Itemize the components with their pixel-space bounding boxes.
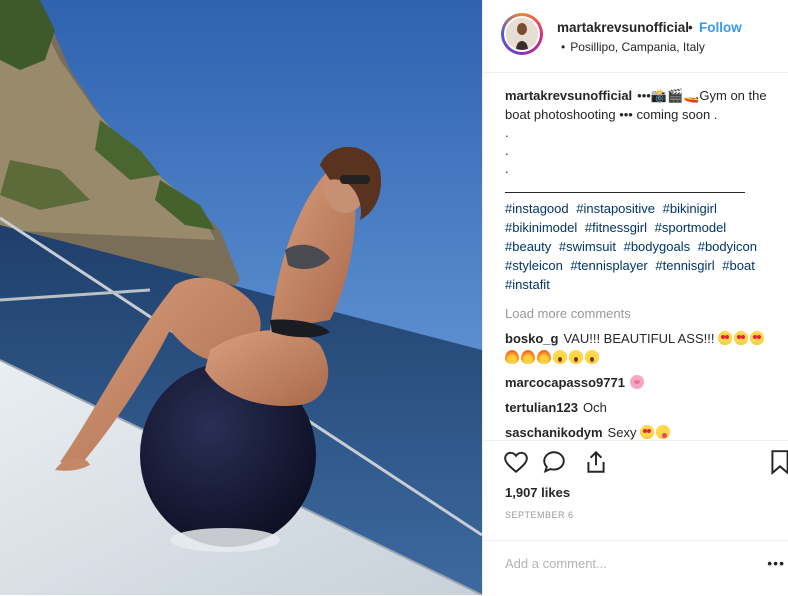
location-bullet: • (561, 40, 566, 54)
follow-button[interactable]: Follow (699, 20, 742, 35)
astonished-emoji-icon (569, 350, 583, 364)
comments-section[interactable]: martakrevsunofficial •••📸🎬🚤Gym on the boa… (483, 72, 788, 440)
heart-eyes-emoji-icon (718, 331, 733, 345)
hashtag-list: #instagood #instapositive #bikinigirl #b… (505, 199, 773, 294)
caption-dot: . (505, 125, 509, 140)
comment-text: Och (582, 400, 607, 415)
photo-illustration (0, 0, 482, 595)
location-link[interactable]: Posillipo, Campania, Italy (570, 40, 705, 54)
hashtag-link[interactable]: #bodygoals (624, 239, 691, 254)
action-bar: 1,907 likes SEPTEMBER 6 (483, 440, 788, 541)
heart-eyes-emoji-icon (750, 331, 765, 345)
comment-text: Sexy (607, 425, 637, 440)
header-username[interactable]: martakrevsunofficial (557, 20, 689, 35)
comment-item: tertulian123 Och (505, 398, 773, 417)
hashtag-link[interactable]: #beauty (505, 239, 551, 254)
hashtag-link[interactable]: #instafit (505, 277, 550, 292)
heart-icon[interactable] (503, 449, 529, 480)
avatar[interactable] (501, 13, 543, 55)
astonished-emoji-icon (585, 350, 599, 364)
caption-underline (505, 178, 745, 193)
yum-emoji-icon (656, 425, 671, 439)
comment-item: bosko_g VAU!!! BEAUTIFUL ASS!!! (505, 329, 773, 367)
hashtag-link[interactable]: #boat (722, 258, 755, 273)
hashtag-link[interactable]: #bikinimodel (505, 220, 577, 235)
post-header: martakrevsunofficial • Follow • Posillipo… (483, 0, 788, 73)
pig-nose-emoji-icon (629, 375, 644, 389)
comment-username[interactable]: tertulian123 (505, 400, 578, 415)
caption-dot: . (505, 161, 509, 176)
hashtag-link[interactable]: #instapositive (576, 201, 655, 216)
fire-emoji-icon (537, 350, 551, 364)
comment-text: VAU!!! BEAUTIFUL ASS!!! (563, 331, 715, 346)
hashtag-link[interactable]: #tennisplayer (570, 258, 647, 273)
load-more-comments-button[interactable]: Load more comments (505, 304, 773, 323)
caption: martakrevsunofficial •••📸🎬🚤Gym on the boa… (505, 86, 773, 294)
hashtag-link[interactable]: #tennisgirl (655, 258, 714, 273)
post-panel: martakrevsunofficial • Follow • Posillipo… (482, 0, 788, 595)
share-icon[interactable] (583, 449, 609, 480)
astonished-emoji-icon (553, 350, 567, 364)
comment-username[interactable]: bosko_g (505, 331, 558, 346)
hashtag-link[interactable]: #instagood (505, 201, 569, 216)
fire-emoji-icon (505, 350, 519, 364)
comment-username[interactable]: saschanikodym (505, 425, 603, 440)
fire-emoji-icon (521, 350, 535, 364)
bookmark-icon[interactable] (769, 449, 788, 480)
heart-eyes-emoji-icon (640, 425, 655, 439)
hashtag-link[interactable]: #bikinigirl (663, 201, 717, 216)
comment-icon[interactable] (541, 449, 567, 480)
post-photo[interactable] (0, 0, 482, 595)
hashtag-link[interactable]: #swimsuit (559, 239, 616, 254)
comment-input[interactable] (503, 548, 757, 578)
comment-item: marcocapasso9771 (505, 373, 773, 392)
heart-eyes-emoji-icon (734, 331, 749, 345)
hashtag-link[interactable]: #sportmodel (655, 220, 727, 235)
header-separator: • (688, 20, 693, 35)
likes-count[interactable]: 1,907 likes (505, 485, 570, 500)
location-line: • Posillipo, Campania, Italy (561, 40, 705, 54)
avatar-image (504, 16, 540, 52)
more-options-icon[interactable]: ••• (767, 555, 785, 571)
caption-username[interactable]: martakrevsunofficial (505, 88, 632, 103)
comment-item: saschanikodym Sexy (505, 423, 773, 440)
hashtag-link[interactable]: #bodyicon (698, 239, 757, 254)
caption-dot: . (505, 143, 509, 158)
add-comment-bar: ••• (483, 540, 788, 596)
hashtag-link[interactable]: #fitnessgirl (585, 220, 647, 235)
hashtag-link[interactable]: #styleicon (505, 258, 563, 273)
comment-username[interactable]: marcocapasso9771 (505, 375, 625, 390)
post-date: SEPTEMBER 6 (505, 510, 574, 520)
